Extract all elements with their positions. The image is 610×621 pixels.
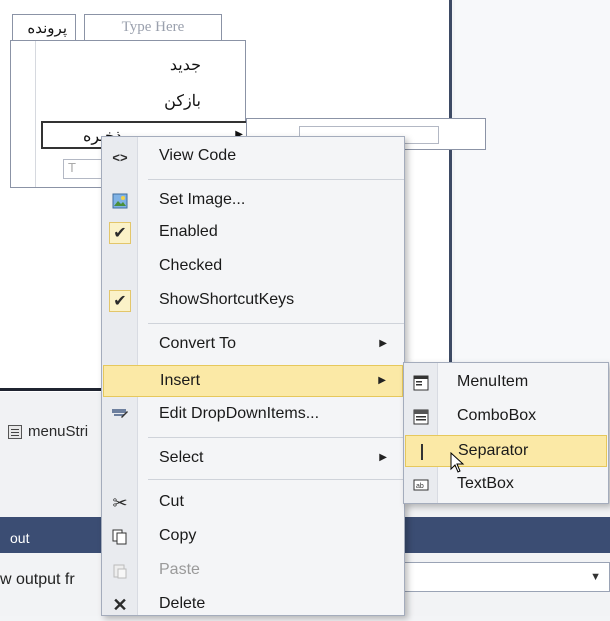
ctx-edit-dropdown-items-label: Edit DropDownItems... <box>159 405 320 422</box>
ctx-cut-label: Cut <box>159 493 184 510</box>
ctx-convert-to[interactable]: Convert To ▶ <box>103 329 403 361</box>
right-panel <box>455 0 610 400</box>
ctx-enabled-label: Enabled <box>159 223 218 240</box>
menu-file-tab[interactable]: پرونده <box>12 14 76 40</box>
menuitem-icon <box>411 373 431 393</box>
mouse-cursor-icon <box>450 452 465 473</box>
textbox-icon: ab <box>411 475 431 495</box>
ctx-separator <box>148 179 404 180</box>
sub-separator-label: Separator <box>458 442 529 459</box>
ctx-delete[interactable]: ✕ Delete <box>103 589 403 621</box>
ctx-select[interactable]: Select ▶ <box>103 443 403 475</box>
ctx-separator <box>148 479 404 480</box>
ctx-copy[interactable]: Copy <box>103 521 403 553</box>
checkmark-icon: ✔ <box>109 222 131 244</box>
ctx-delete-label: Delete <box>159 595 206 612</box>
menu-type-here-placeholder[interactable]: Type Here <box>84 14 222 40</box>
dropdown-image-margin <box>35 41 36 187</box>
ctx-cut[interactable]: ✂ Cut <box>103 487 403 519</box>
output-source-select[interactable]: ▼ <box>402 562 610 592</box>
dropdown-item-new[interactable]: جدید <box>51 55 201 75</box>
ctx-convert-to-label: Convert To <box>159 335 237 352</box>
sub-textbox[interactable]: ab TextBox <box>405 469 607 501</box>
sub-separator[interactable]: Separator <box>405 435 607 467</box>
submenu-arrow-icon: ▶ <box>379 452 387 463</box>
ctx-select-label: Select <box>159 449 204 466</box>
sub-textbox-label: TextBox <box>457 475 514 492</box>
separator-icon <box>412 442 432 462</box>
tray-menustrip-component[interactable]: menuStri <box>8 423 88 440</box>
ctx-insert-label: Insert <box>160 372 201 389</box>
dropdown-item-open[interactable]: بازکن <box>51 91 201 111</box>
ctx-checked-label: Checked <box>159 257 223 274</box>
sub-menuitem[interactable]: MenuItem <box>405 367 607 399</box>
ctx-view-code[interactable]: <> View Code <box>103 141 403 173</box>
ctx-paste[interactable]: Paste <box>103 555 403 587</box>
ctx-set-image[interactable]: Set Image... <box>103 185 403 217</box>
paste-icon <box>109 560 131 582</box>
image-icon <box>109 190 131 212</box>
sub-combobox-label: ComboBox <box>457 407 537 424</box>
ctx-view-code-label: View Code <box>159 147 237 164</box>
ctx-paste-label: Paste <box>159 561 200 578</box>
ctx-separator <box>148 323 404 324</box>
ctx-show-shortcut-keys[interactable]: ✔ ShowShortcutKeys <box>103 285 403 317</box>
ctx-show-shortcut-keys-label: ShowShortcutKeys <box>159 291 295 308</box>
context-menu: <> View Code Set Image... ✔ Enabled Chec… <box>101 136 405 616</box>
ctx-checked[interactable]: Checked <box>103 251 403 283</box>
ctx-enabled[interactable]: ✔ Enabled <box>103 217 403 249</box>
chevron-down-icon: ▼ <box>590 571 601 583</box>
ctx-separator <box>148 437 404 438</box>
sub-combobox[interactable]: ComboBox <box>405 401 607 433</box>
svg-text:ab: ab <box>416 483 424 490</box>
output-title-text: out <box>10 530 30 546</box>
edit-items-icon <box>109 404 131 426</box>
submenu-arrow-icon: ▶ <box>378 375 386 386</box>
copy-icon <box>109 526 131 548</box>
view-code-icon: <> <box>112 149 128 165</box>
ctx-insert[interactable]: Insert ▶ <box>103 365 403 397</box>
submenu-arrow-icon: ▶ <box>379 338 387 349</box>
sub-menuitem-label: MenuItem <box>457 373 529 390</box>
tray-menustrip-label: menuStri <box>28 423 89 440</box>
menustrip-icon <box>8 424 22 439</box>
ctx-edit-dropdown-items[interactable]: Edit DropDownItems... <box>103 399 403 431</box>
ctx-copy-label: Copy <box>159 527 197 544</box>
show-output-label: w output fr <box>0 571 75 588</box>
ctx-set-image-label: Set Image... <box>159 191 246 208</box>
combobox-icon <box>411 407 431 427</box>
checkmark-icon: ✔ <box>109 290 131 312</box>
delete-icon: ✕ <box>112 594 128 615</box>
cut-icon: ✂ <box>112 492 128 513</box>
insert-submenu: MenuItem ComboBox Separator ab TextBox <box>403 362 609 504</box>
